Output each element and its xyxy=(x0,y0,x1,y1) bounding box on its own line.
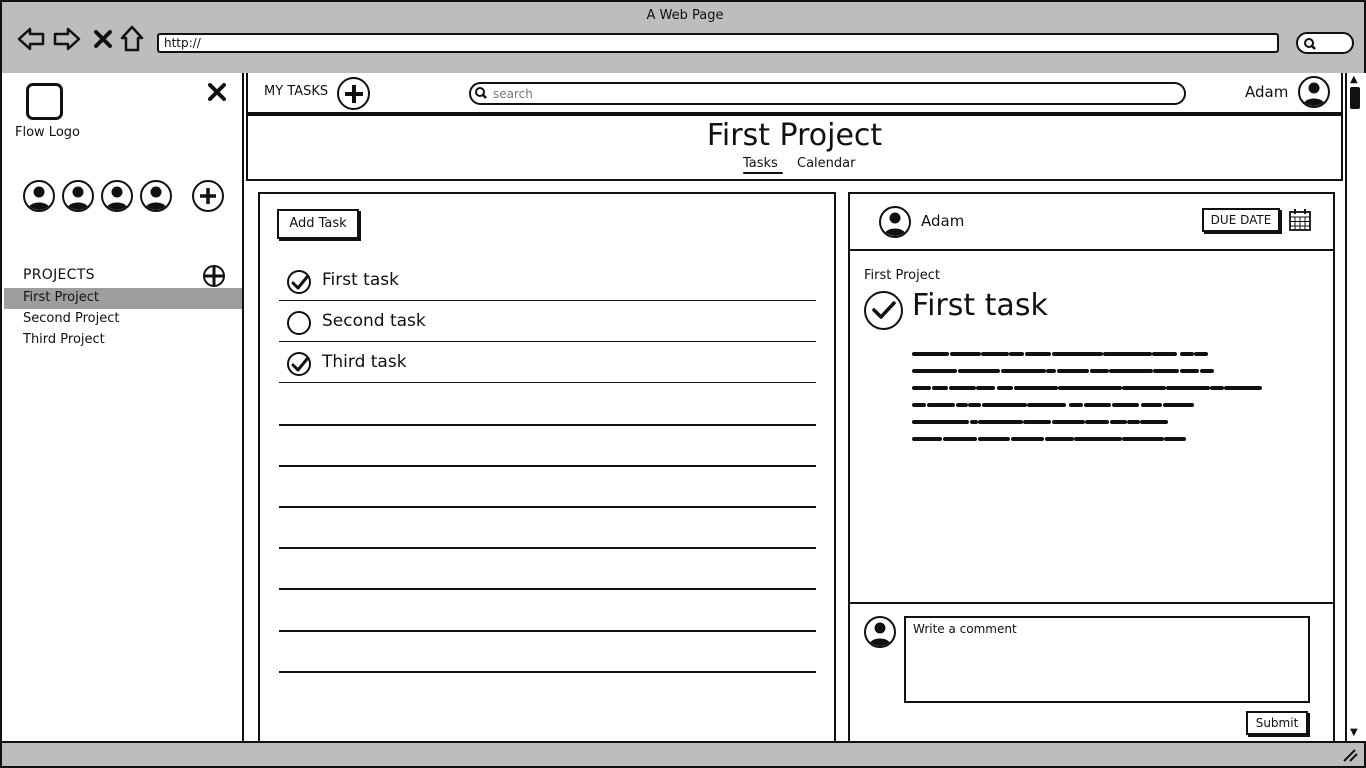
page-title: First Project xyxy=(706,118,883,153)
commenter-avatar-icon xyxy=(864,616,896,648)
team-member-avatar[interactable] xyxy=(23,180,55,212)
task-description-placeholder xyxy=(912,352,1262,441)
user-avatar-icon[interactable] xyxy=(1298,76,1330,108)
resize-grip-icon[interactable] xyxy=(1342,748,1358,762)
browser-chrome: A Web Page http:// xyxy=(0,0,1366,73)
team-member-avatar[interactable] xyxy=(140,180,172,212)
search-icon xyxy=(475,87,487,99)
task-detail-header: Adam DUE DATE xyxy=(850,194,1333,251)
empty-task-row xyxy=(279,671,816,673)
forward-arrow-icon[interactable] xyxy=(52,24,82,54)
task-title: First task xyxy=(912,288,1048,323)
browser-search-field[interactable] xyxy=(1296,32,1354,54)
search-icon xyxy=(1304,38,1316,50)
scroll-thumb[interactable] xyxy=(1350,87,1360,109)
task-row[interactable]: First task xyxy=(279,260,816,301)
empty-task-row xyxy=(279,424,816,426)
search-input[interactable]: search xyxy=(469,82,1186,105)
comment-input[interactable]: Write a comment xyxy=(904,616,1310,703)
window-title: A Web Page xyxy=(646,8,724,23)
task-list-panel: Add Task First task Second task Third ta… xyxy=(258,192,836,741)
status-bar xyxy=(0,741,1366,768)
tab-tasks[interactable]: Tasks xyxy=(743,156,778,173)
task-detail-panel: Adam DUE DATE First Project First task W… xyxy=(848,192,1335,741)
project-header: First Project Tasks Calendar xyxy=(246,114,1343,181)
empty-task-row xyxy=(279,506,816,508)
home-icon[interactable] xyxy=(117,24,147,54)
task-row[interactable]: Third task xyxy=(279,342,816,383)
sidebar-item-third-project[interactable]: Third Project xyxy=(4,330,242,351)
task-project-name: First Project xyxy=(864,268,940,283)
top-bar: MY TASKS search Adam xyxy=(246,73,1343,114)
plus-icon xyxy=(205,267,223,285)
scroll-up-arrow-icon[interactable]: ▲ xyxy=(1350,75,1358,85)
empty-task-row xyxy=(279,630,816,632)
url-bar[interactable]: http:// xyxy=(157,33,1279,53)
check-circle-icon[interactable] xyxy=(287,352,311,376)
task-label: Second task xyxy=(322,311,426,331)
empty-circle-icon[interactable] xyxy=(287,311,311,335)
close-icon[interactable] xyxy=(208,83,226,106)
add-project-button[interactable] xyxy=(203,265,225,287)
plus-icon xyxy=(200,188,216,204)
stop-x-icon[interactable] xyxy=(88,24,118,54)
assignee-name[interactable]: Adam xyxy=(921,212,964,230)
tab-calendar[interactable]: Calendar xyxy=(797,156,855,171)
sidebar-item-first-project[interactable]: First Project xyxy=(4,288,242,309)
projects-heading: PROJECTS xyxy=(23,267,95,283)
task-label: First task xyxy=(322,270,399,290)
task-row[interactable]: Second task xyxy=(279,301,816,342)
logo xyxy=(26,83,63,120)
team-member-avatar[interactable] xyxy=(62,180,94,212)
sidebar: Flow Logo PROJECTS First Project Second … xyxy=(0,73,244,741)
scrollbar[interactable]: ▲ ▼ xyxy=(1345,73,1364,741)
back-arrow-icon[interactable] xyxy=(16,24,46,54)
team-member-avatar[interactable] xyxy=(101,180,133,212)
add-task-icon-button[interactable] xyxy=(337,77,370,110)
plus-icon xyxy=(344,84,363,103)
comment-area: Write a comment Submit xyxy=(850,602,1333,743)
due-date-button[interactable]: DUE DATE xyxy=(1202,208,1280,232)
assignee-avatar-icon[interactable] xyxy=(879,206,911,238)
check-circle-icon[interactable] xyxy=(864,291,903,330)
active-tab-indicator xyxy=(743,172,783,174)
sidebar-item-second-project[interactable]: Second Project xyxy=(4,309,242,330)
calendar-icon[interactable] xyxy=(1288,208,1312,236)
add-member-button[interactable] xyxy=(192,180,224,212)
scroll-down-arrow-icon[interactable]: ▼ xyxy=(1350,728,1358,738)
my-tasks-label[interactable]: MY TASKS xyxy=(264,84,328,99)
user-name[interactable]: Adam xyxy=(1245,83,1288,101)
empty-task-row xyxy=(279,547,816,549)
logo-label: Flow Logo xyxy=(15,125,80,140)
task-label: Third task xyxy=(322,352,407,372)
add-task-button[interactable]: Add Task xyxy=(277,209,359,239)
empty-task-row xyxy=(279,465,816,467)
check-circle-icon[interactable] xyxy=(287,270,311,294)
empty-task-row xyxy=(279,588,816,590)
submit-button[interactable]: Submit xyxy=(1246,711,1308,735)
